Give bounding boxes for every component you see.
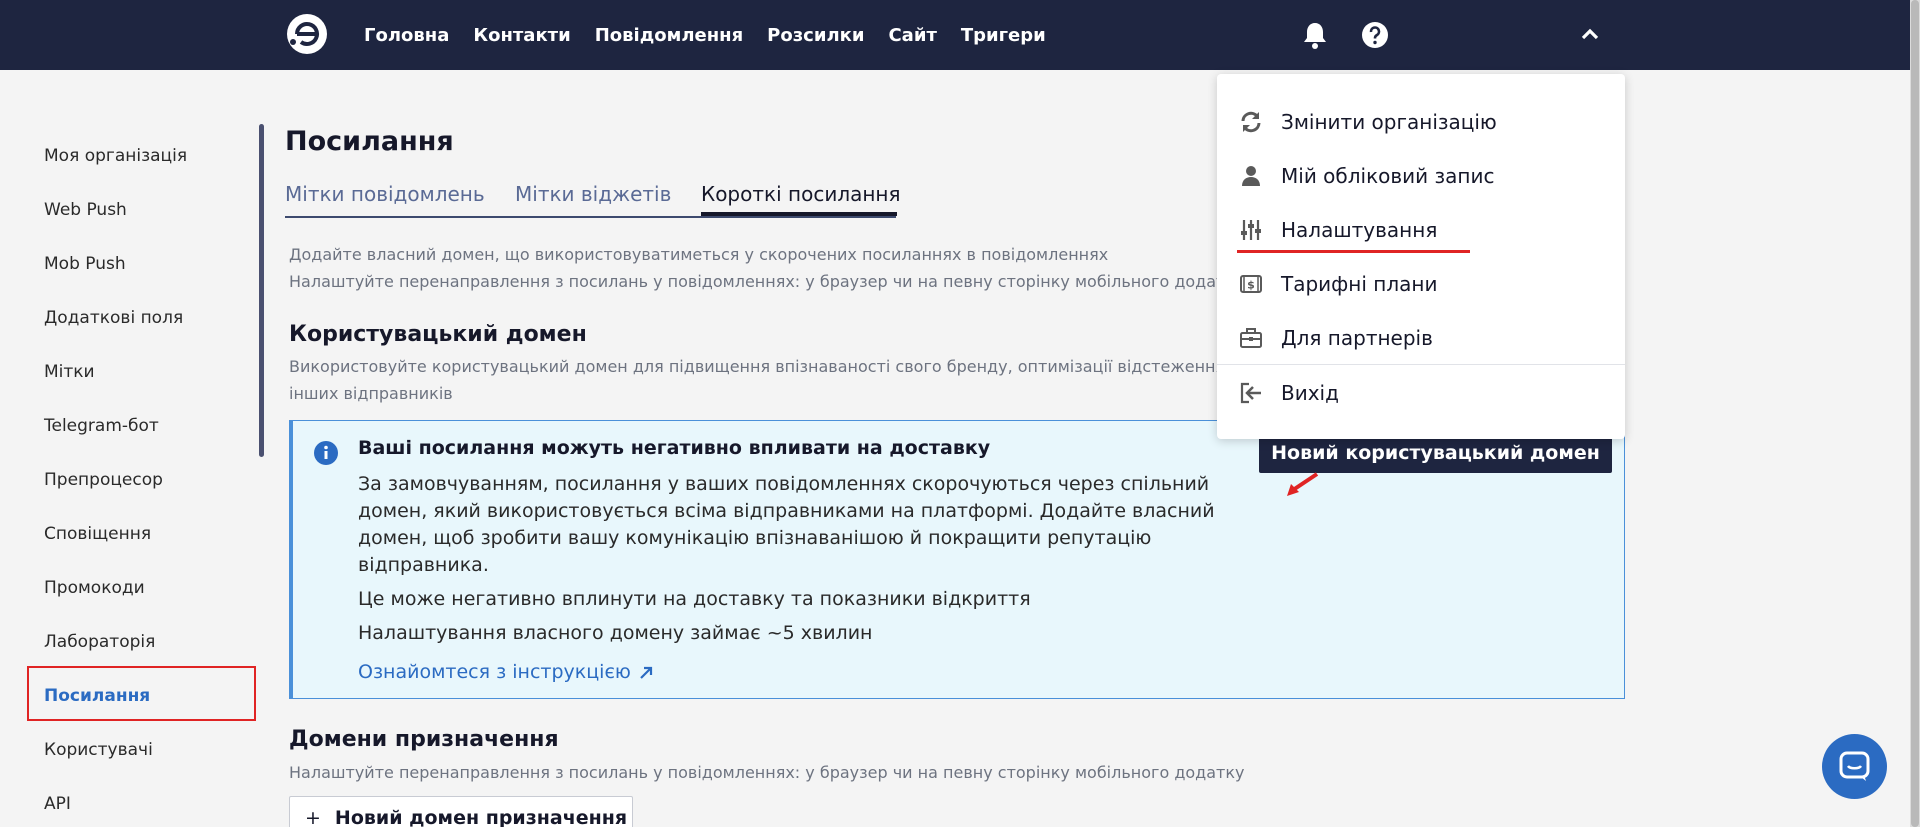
alert-paragraph-line: відправника. bbox=[358, 554, 489, 576]
nav-item-home[interactable]: Головна bbox=[364, 25, 449, 46]
question-circle-icon[interactable] bbox=[1361, 21, 1389, 49]
settings-highlight-underline bbox=[1237, 250, 1470, 253]
nav-item-site[interactable]: Сайт bbox=[888, 25, 936, 46]
external-link-arrow-icon bbox=[640, 666, 652, 679]
alert-paragraph-line: домен, який використовується всіма відпр… bbox=[358, 500, 1215, 522]
alert-delivery-impact: Це може негативно вплинути на доставку т… bbox=[358, 588, 1031, 610]
alert-paragraph-line: домен, щоб зробити вашу комунікацію впіз… bbox=[358, 527, 1152, 549]
instructions-link-label[interactable]: Ознайомтеся з інструкцією bbox=[358, 661, 631, 683]
tab-message-tags[interactable]: Мітки повідомлень bbox=[285, 182, 485, 206]
sidebar-item-tags[interactable]: Мітки bbox=[44, 362, 95, 382]
sign-out-icon bbox=[1240, 382, 1261, 404]
chat-widget-button[interactable] bbox=[1822, 734, 1887, 799]
sidebar-item-additional-fields[interactable]: Додаткові поля bbox=[44, 308, 183, 328]
destination-domains-heading: Домени призначення bbox=[289, 727, 559, 752]
chevron-up-icon[interactable] bbox=[1580, 26, 1600, 42]
sidebar-item-users[interactable]: Користувачі bbox=[44, 740, 153, 760]
new-destination-domain-label: Новий домен призначення bbox=[334, 807, 628, 827]
sidebar-item-api[interactable]: API bbox=[44, 794, 71, 814]
custom-domain-heading: Користувацький домен bbox=[289, 322, 587, 347]
nav-item-campaigns[interactable]: Розсилки bbox=[767, 25, 864, 46]
esputnik-logo-icon[interactable] bbox=[285, 12, 329, 56]
alert-setup-time: Налаштування власного домену займає ~5 х… bbox=[358, 622, 873, 644]
menu-item-label: Мій обліковий запис bbox=[1281, 164, 1495, 188]
top-navigation-bar: Головна Контакти Повідомлення Розсилки С… bbox=[0, 0, 1920, 70]
alert-paragraph-line: За замовчуванням, посилання у ваших пові… bbox=[358, 473, 1210, 495]
plus-icon: + bbox=[305, 807, 321, 827]
menu-item-settings[interactable]: Налаштування bbox=[1217, 203, 1625, 257]
menu-item-label: Вихід bbox=[1281, 381, 1339, 405]
destination-domains-description: Налаштуйте перенаправлення з посилань у … bbox=[289, 763, 1245, 782]
sidebar-item-my-organization[interactable]: Моя організація bbox=[44, 146, 187, 166]
sidebar-item-mob-push[interactable]: Mob Push bbox=[44, 254, 126, 274]
page-scrollbar[interactable] bbox=[1910, 0, 1920, 827]
section-description-2: Налаштуйте перенаправлення з посилань у … bbox=[289, 272, 1245, 291]
alert-title: Ваші посилання можуть негативно впливати… bbox=[358, 437, 991, 459]
menu-item-my-account[interactable]: Мій обліковий запис bbox=[1217, 149, 1625, 203]
sidebar-scrollbar[interactable] bbox=[259, 124, 264, 457]
menu-item-logout[interactable]: Вихід bbox=[1217, 366, 1625, 420]
bell-icon[interactable] bbox=[1302, 21, 1328, 49]
tab-short-links[interactable]: Короткі посилання bbox=[701, 182, 901, 206]
menu-item-label: Налаштування bbox=[1281, 218, 1438, 242]
sidebar-item-notifications[interactable]: Сповіщення bbox=[44, 524, 151, 544]
sidebar-item-preprocessor[interactable]: Препроцесор bbox=[44, 470, 163, 490]
active-tab-indicator bbox=[701, 212, 897, 216]
menu-item-pricing-plans[interactable]: $ Тарифні плани bbox=[1217, 257, 1625, 311]
sync-icon bbox=[1241, 111, 1261, 133]
menu-item-label: Тарифні плани bbox=[1281, 272, 1438, 296]
sidebar-item-telegram-bot[interactable]: Telegram-бот bbox=[44, 416, 159, 436]
money-bill-icon: $ bbox=[1240, 275, 1262, 293]
sidebar-item-laboratory[interactable]: Лабораторія bbox=[44, 632, 155, 652]
user-icon bbox=[1242, 166, 1260, 186]
menu-divider bbox=[1217, 364, 1625, 365]
info-circle-icon bbox=[314, 441, 338, 465]
instructions-link[interactable]: Ознайомтеся з інструкцією bbox=[358, 661, 653, 683]
sliders-icon bbox=[1241, 220, 1261, 240]
menu-item-label: Змінити організацію bbox=[1281, 110, 1497, 134]
sidebar-item-links[interactable]: Посилання bbox=[44, 686, 150, 706]
page-title: Посилання bbox=[285, 126, 454, 157]
tab-widget-tags[interactable]: Мітки віджетів bbox=[515, 182, 671, 206]
user-menu-dropdown: Змінити організацію Мій обліковий запис … bbox=[1217, 74, 1625, 439]
nav-item-messages[interactable]: Повідомлення bbox=[595, 25, 743, 46]
section-description: Додайте власний домен, що використовуват… bbox=[289, 245, 1109, 264]
sidebar-item-promocodes[interactable]: Промокоди bbox=[44, 578, 145, 598]
custom-domain-description: Використовуйте користувацький домен для … bbox=[289, 357, 1251, 376]
page-scrollbar-thumb[interactable] bbox=[1911, 0, 1919, 827]
briefcase-icon bbox=[1240, 328, 1262, 348]
main-nav: Головна Контакти Повідомлення Розсилки С… bbox=[364, 0, 1070, 70]
chat-icon bbox=[1839, 751, 1870, 781]
sidebar-item-web-push[interactable]: Web Push bbox=[44, 200, 127, 220]
menu-item-change-organization[interactable]: Змінити організацію bbox=[1217, 95, 1625, 149]
nav-item-triggers[interactable]: Тригери bbox=[961, 25, 1046, 46]
new-destination-domain-button[interactable]: + Новий домен призначення bbox=[289, 796, 633, 827]
svg-text:$: $ bbox=[1247, 279, 1255, 292]
annotation-arrow-icon bbox=[1287, 472, 1319, 496]
menu-item-label: Для партнерів bbox=[1281, 326, 1433, 350]
custom-domain-description-2: інших відправників bbox=[289, 384, 453, 403]
nav-item-contacts[interactable]: Контакти bbox=[473, 25, 570, 46]
menu-item-for-partners[interactable]: Для партнерів bbox=[1217, 311, 1625, 365]
